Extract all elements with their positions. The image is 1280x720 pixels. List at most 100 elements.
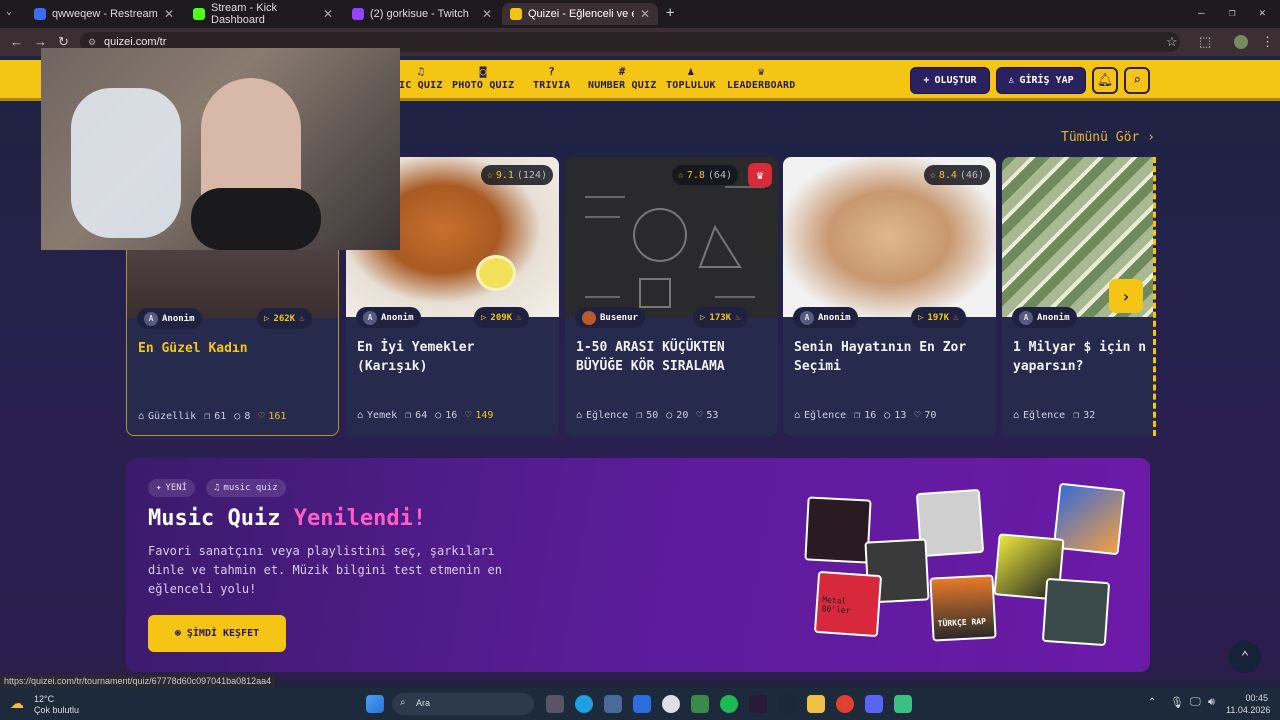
nav-photo-quiz[interactable]: ◙ PHOTO QUIZ (452, 64, 514, 91)
comment-icon: ○ (884, 410, 891, 421)
edge-icon[interactable] (575, 695, 593, 713)
app-icon[interactable] (749, 695, 767, 713)
music-note-icon: ♫ (214, 483, 220, 493)
app-icon[interactable] (604, 695, 622, 713)
file-explorer-icon[interactable] (807, 695, 825, 713)
nav-number-quiz[interactable]: # NUMBER QUIZ (588, 64, 656, 91)
clock-time[interactable]: 00:45 (1232, 693, 1268, 703)
carousel-next-button[interactable]: › (1109, 279, 1143, 313)
steam-icon[interactable] (778, 695, 796, 713)
nav-trivia[interactable]: ? TRIVIA (533, 64, 570, 91)
forward-icon[interactable]: → (34, 34, 47, 49)
create-button[interactable]: + OLUŞTUR (910, 67, 990, 94)
tab-title: qwweqew - Restream (52, 8, 158, 20)
question-count-value: 64 (415, 410, 428, 421)
math-chalkboard-graphic (585, 186, 765, 308)
microphone-icon[interactable]: 🎙︎ (1170, 696, 1184, 709)
tab-list-icon[interactable]: ⌄ (6, 6, 12, 17)
quiz-title: En Güzel Kadın (138, 341, 248, 356)
search-button[interactable]: ⌕ (1124, 67, 1150, 94)
fire-icon: ♨ (299, 313, 305, 324)
chatgpt-icon[interactable] (662, 695, 680, 713)
weather-desc: Çok bulutlu (34, 705, 80, 715)
like-count[interactable]: ♡ 149 (465, 410, 493, 421)
explore-now-button[interactable]: ⊛ ŞİMDİ KEŞFET (148, 615, 286, 652)
like-count-value: 149 (475, 410, 494, 421)
minimize-icon[interactable]: — (1198, 6, 1205, 19)
discord-icon[interactable] (865, 695, 883, 713)
close-icon[interactable]: ✕ (323, 7, 333, 21)
comment-count: ○ 16 (435, 410, 457, 421)
author-name: Anonim (818, 312, 851, 323)
nav-community[interactable]: ♟ TOPLULUK (666, 64, 716, 91)
search-placeholder: Ara (416, 698, 431, 708)
window-close-icon[interactable]: ✕ (1259, 6, 1266, 19)
task-view-icon[interactable] (546, 695, 564, 713)
quiz-card-footer: ⌂ Eğlence ❐ 16 ○ 13 ♡ 70 (794, 410, 988, 421)
avatar (582, 310, 596, 325)
album-cover (804, 496, 872, 564)
users-icon: ♟ (687, 65, 695, 78)
music-quiz-banner: ✦ YENİ ♫ music quiz Music Quiz Yenilendi! … (126, 458, 1150, 672)
close-icon[interactable]: ✕ (640, 7, 650, 21)
category: ⌂ Yemek (357, 410, 397, 421)
nav-music-quiz[interactable]: ♫ IC QUIZ (399, 64, 443, 91)
start-icon[interactable] (366, 695, 384, 713)
tag-icon: ⌂ (1013, 410, 1020, 421)
heart-icon: ♡ (696, 410, 703, 421)
extensions-icon[interactable]: ⬚ (1199, 34, 1211, 50)
notifications-button[interactable]: 🔔︎ (1092, 67, 1118, 94)
back-icon[interactable]: ← (10, 34, 23, 49)
tray-chevron-icon[interactable]: ⌃ (1148, 697, 1156, 708)
album-cover (1041, 577, 1111, 647)
like-count[interactable]: ♡ 70 (914, 410, 936, 421)
spotify-icon[interactable] (720, 695, 738, 713)
tag-icon: ⌂ (576, 410, 583, 421)
weather-temp: 12°C (34, 694, 55, 704)
author-pill: A Anonim (793, 307, 858, 328)
see-all-link[interactable]: Tümünü Gör › (1061, 130, 1155, 145)
like-count[interactable]: ♡ 161 (258, 411, 286, 422)
plus-icon: + (923, 75, 930, 86)
app-icon[interactable] (894, 695, 912, 713)
scroll-top-button[interactable]: ⌃ (1229, 641, 1261, 673)
music-tag-label: music quiz (223, 483, 278, 493)
taskbar-search[interactable]: ⌕ Ara (392, 693, 534, 715)
restream-favicon (34, 8, 46, 20)
new-tab-icon[interactable]: + (666, 5, 674, 21)
avatar: A (1019, 310, 1033, 325)
quiz-card[interactable]: ☆ 8.4 (46) A Anonim ▷ 197K ♨ Senin Hayatının … (783, 157, 996, 436)
menu-dots-icon[interactable]: ⋮ (1261, 34, 1274, 50)
quiz-card[interactable]: ☆ 7.8 (64) ♛ Busenur ▷ 173K ♨ 1-50 ARASI KÜÇ… (565, 157, 778, 436)
close-icon[interactable]: ✕ (164, 7, 174, 21)
category-label: Eğlence (1023, 410, 1066, 421)
camera-icon: ◙ (479, 65, 487, 78)
bookmark-star-icon[interactable]: ☆ (1166, 34, 1178, 50)
chrome-icon[interactable] (836, 695, 854, 713)
app-icon[interactable] (633, 695, 651, 713)
network-icon[interactable]: 🖵 (1190, 696, 1201, 709)
restore-icon[interactable]: ❐ (1229, 6, 1236, 19)
tab-quizei[interactable]: Quizei - Eğlenceli ve etkileşimli ✕ (502, 3, 658, 25)
profile-avatar[interactable] (1234, 35, 1248, 49)
app-icon[interactable] (691, 695, 709, 713)
author-pill: A Anonim (137, 308, 202, 329)
nav-leaderboard[interactable]: ♛ LEADERBOARD (727, 64, 795, 91)
volume-icon[interactable]: 🔊︎ (1208, 696, 1215, 709)
quiz-title: Senin Hayatının En Zor Seçimi (794, 340, 967, 374)
tab-kick[interactable]: Stream - Kick Dashboard ✕ (185, 2, 341, 26)
close-icon[interactable]: ✕ (482, 7, 492, 21)
tab-title: Quizei - Eğlenceli ve etkileşimli (528, 8, 634, 20)
login-button[interactable]: ♙ GİRİŞ YAP (996, 67, 1086, 94)
tab-twitch[interactable]: (2) gorkisue - Twitch ✕ (344, 3, 500, 25)
rating-badge: ☆ 8.4 (46) (923, 165, 990, 185)
quiz-title: 1 Milyar $ için n yaparsın? (1013, 340, 1147, 374)
quiz-card-image (565, 157, 778, 317)
like-count[interactable]: ♡ 53 (696, 410, 718, 421)
album-cover-turkce-rap: TÜRKÇE RAP (929, 574, 997, 642)
clock-date[interactable]: 11.04.2026 (1226, 705, 1270, 715)
star-icon: ☆ (677, 169, 684, 181)
tab-restream[interactable]: qwweqew - Restream ✕ (26, 3, 182, 25)
microphone-shape (71, 88, 181, 238)
comment-count: ○ 8 (234, 411, 250, 422)
